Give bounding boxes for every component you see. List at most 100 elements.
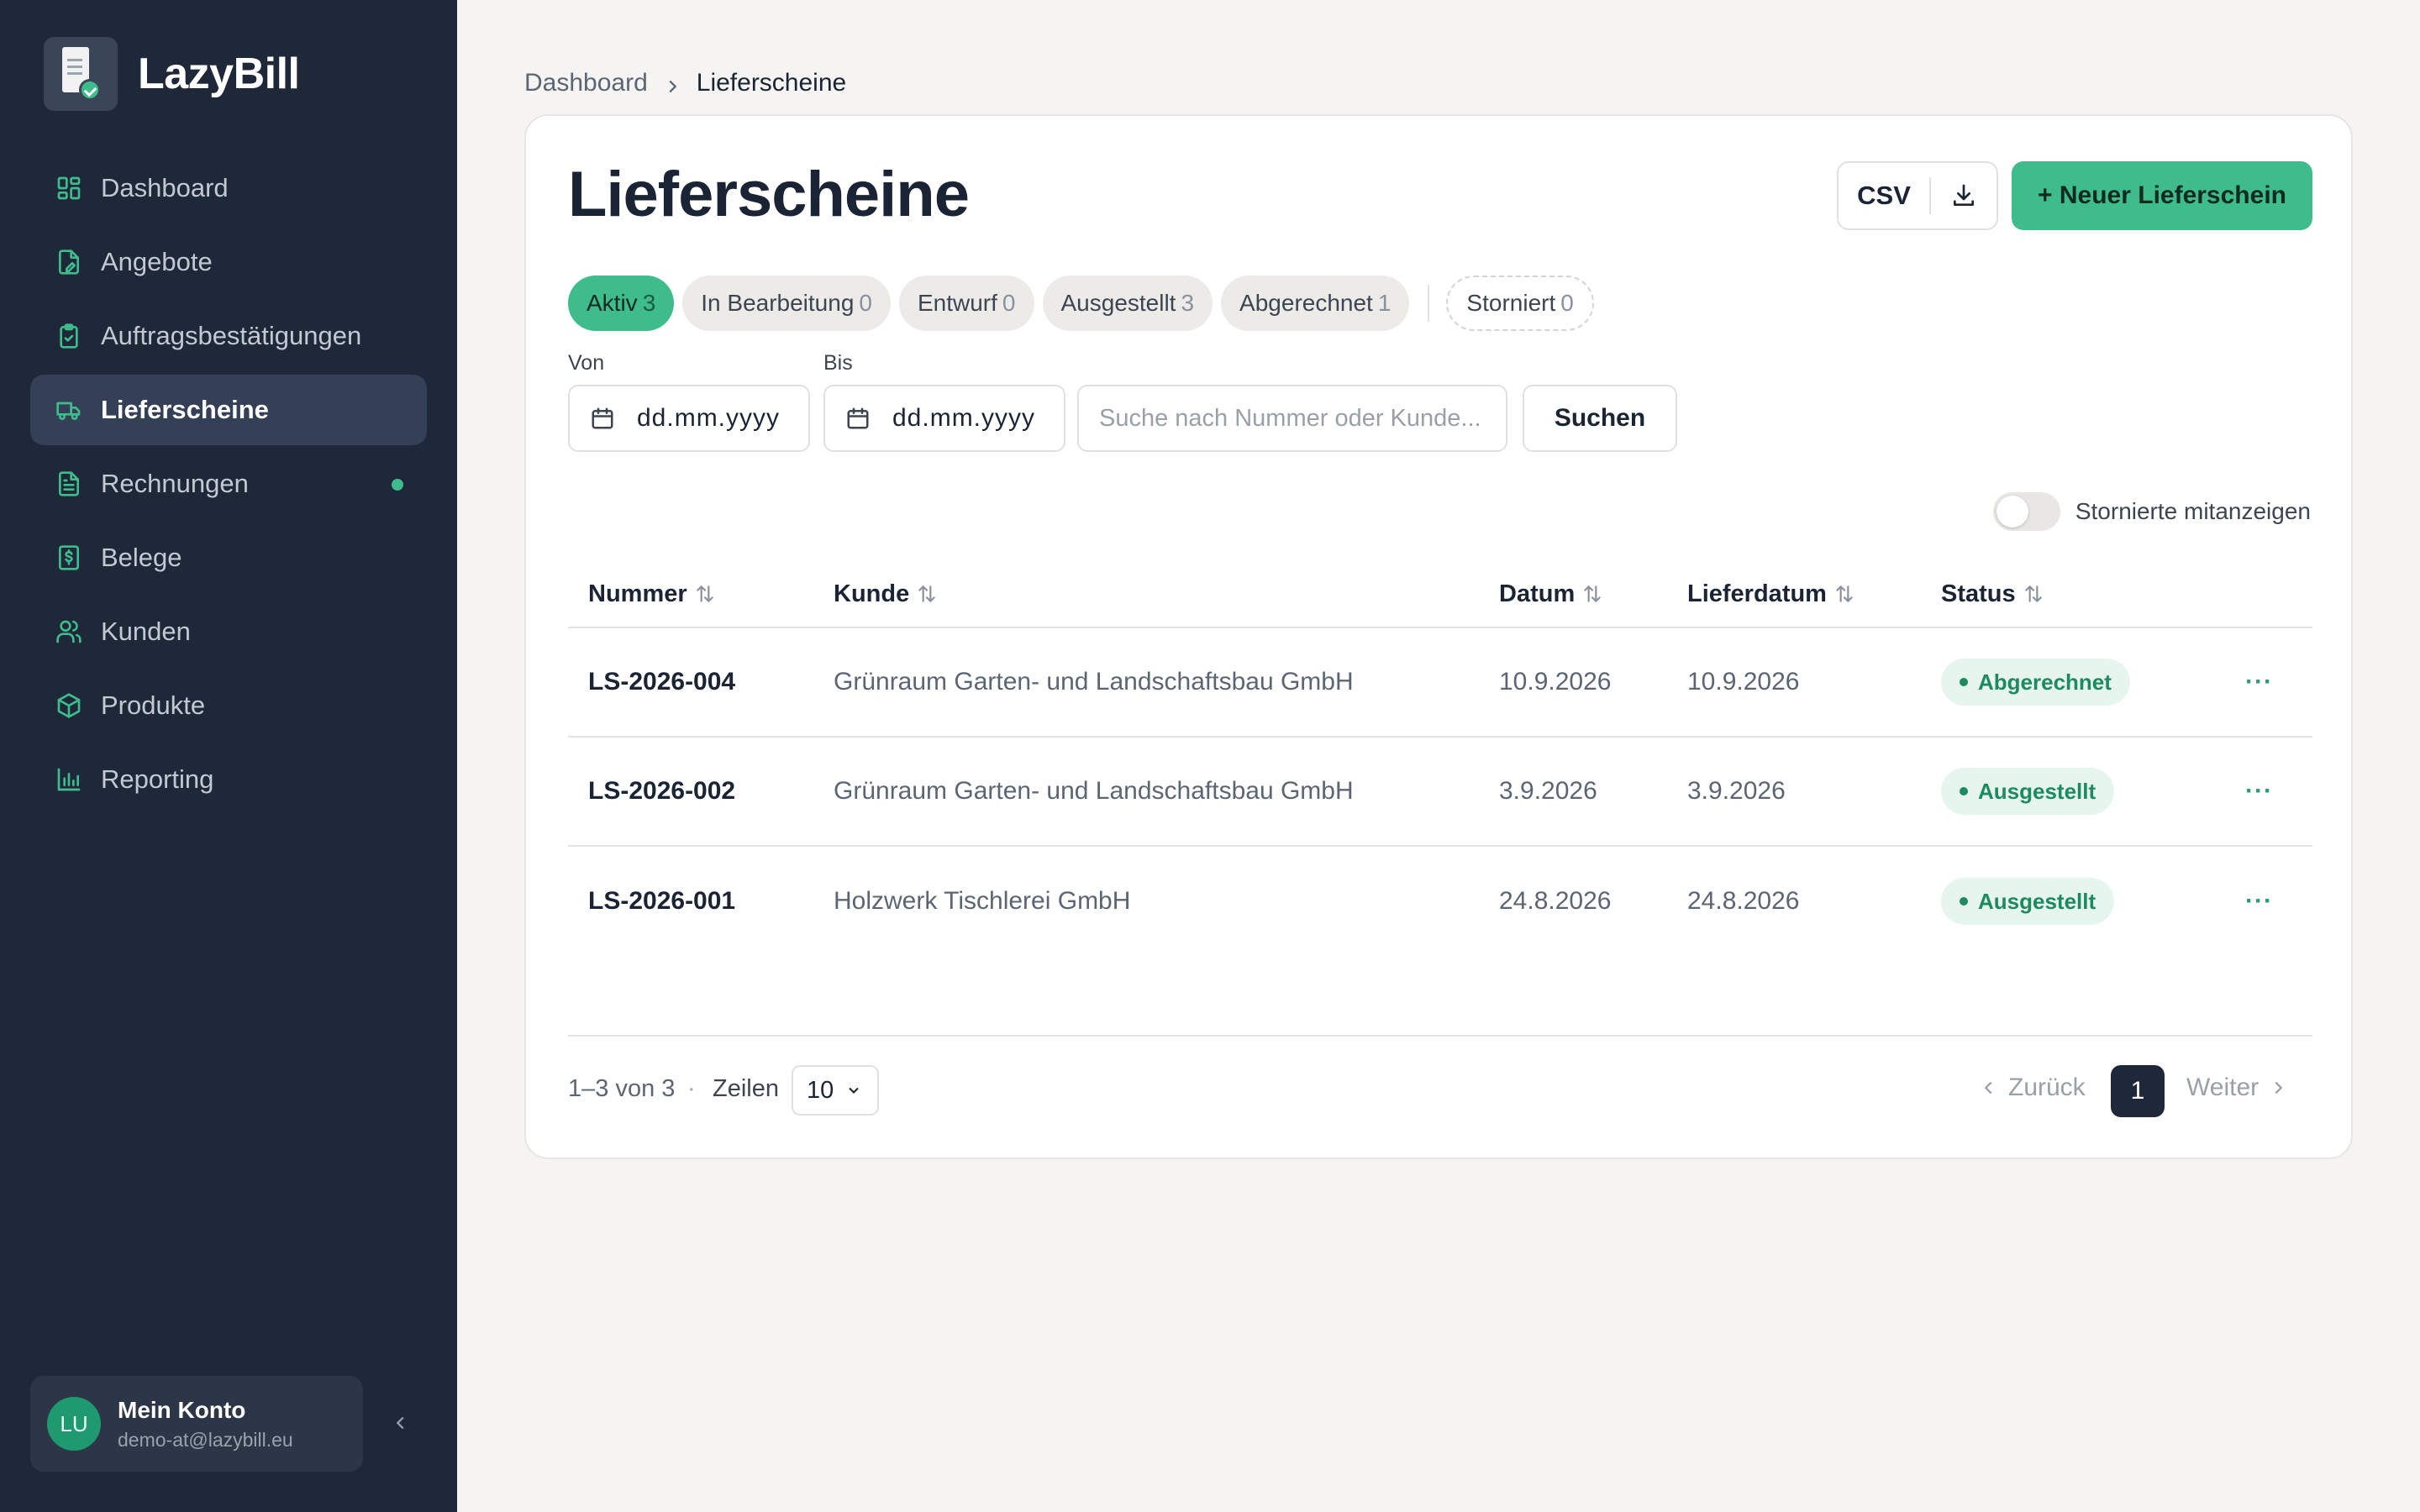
breadcrumb-dashboard-link[interactable]: Dashboard bbox=[524, 69, 648, 97]
table-row[interactable]: LS-2026-004 Grünraum Garten- und Landsch… bbox=[568, 628, 2312, 738]
from-date-value: dd.mm.yyyy bbox=[637, 404, 781, 432]
collapse-sidebar-button[interactable] bbox=[388, 1408, 413, 1438]
tab-in-bearbeitung[interactable]: In Bearbeitung 0 bbox=[682, 276, 891, 331]
search-input[interactable] bbox=[1077, 385, 1507, 452]
chevron-left-icon bbox=[1984, 1081, 1992, 1095]
new-delivery-note-button[interactable]: + Neuer Lieferschein bbox=[2012, 161, 2312, 230]
tab-count: 0 bbox=[1002, 290, 1016, 316]
to-date-input[interactable]: dd.mm.yyyy bbox=[823, 385, 1065, 452]
breadcrumb: Dashboard Lieferscheine bbox=[524, 69, 846, 97]
account-email: demo-at@lazybill.eu bbox=[118, 1428, 293, 1451]
sidebar-item-kunden[interactable]: Kunden bbox=[30, 596, 427, 667]
sidebar-item-angebote[interactable]: Angebote bbox=[30, 227, 427, 297]
status-tabs: Aktiv 3 In Bearbeitung 0 Entwurf 0 Ausgeste… bbox=[568, 276, 1602, 331]
cell-delivery-date: 10.9.2026 bbox=[1687, 668, 1800, 696]
chevron-right-icon bbox=[2275, 1081, 2283, 1095]
cell-date: 24.8.2026 bbox=[1499, 887, 1612, 915]
tab-count: 3 bbox=[1181, 290, 1195, 316]
tab-aktiv[interactable]: Aktiv 3 bbox=[568, 276, 675, 331]
show-cancelled-toggle[interactable] bbox=[1992, 492, 2060, 531]
users-icon bbox=[54, 617, 84, 647]
column-header-delivery-date[interactable]: Lieferdatum bbox=[1687, 580, 1855, 608]
breadcrumb-current: Lieferscheine bbox=[696, 69, 847, 97]
pagination-range: 1–3 von 3 bbox=[568, 1075, 676, 1102]
table-header: Nummer Kunde Datum Lieferdatum Status bbox=[568, 561, 2312, 628]
sidebar-item-label: Dashboard bbox=[101, 173, 229, 202]
cell-customer: Grünraum Garten- und Landschaftsbau GmbH bbox=[834, 777, 1354, 805]
tab-count: 0 bbox=[1560, 290, 1574, 316]
receipt-dollar-icon bbox=[54, 543, 84, 573]
sidebar-item-rechnungen[interactable]: Rechnungen bbox=[30, 449, 427, 519]
next-page-button[interactable]: Weiter bbox=[2186, 1074, 2287, 1102]
rows-per-page-select[interactable]: 10 bbox=[792, 1065, 879, 1116]
sidebar-item-label: Belege bbox=[101, 543, 182, 572]
footer-divider bbox=[568, 1035, 2312, 1037]
sidebar-item-label: Kunden bbox=[101, 617, 191, 646]
calendar-icon bbox=[847, 407, 869, 429]
tab-storniert[interactable]: Storniert 0 bbox=[1446, 276, 1594, 331]
account-card[interactable]: LU Mein Konto demo-at@lazybill.eu bbox=[30, 1376, 363, 1472]
sort-icon bbox=[2024, 585, 2042, 602]
chevron-left-icon bbox=[396, 1416, 404, 1430]
previous-page-button[interactable]: Zurück bbox=[1980, 1074, 2086, 1102]
account-name: Mein Konto bbox=[118, 1396, 246, 1423]
file-edit-icon bbox=[54, 247, 84, 277]
table-row[interactable]: LS-2026-001 Holzwerk Tischlerei GmbH 24.… bbox=[568, 847, 2312, 956]
sort-icon bbox=[1836, 585, 1853, 602]
tab-entwurf[interactable]: Entwurf 0 bbox=[898, 276, 1034, 331]
tab-count: 1 bbox=[1377, 290, 1392, 316]
tab-divider bbox=[1428, 285, 1430, 322]
sidebar-item-label: Rechnungen bbox=[101, 469, 249, 498]
sidebar-item-produkte[interactable]: Produkte bbox=[30, 670, 427, 741]
column-header-status[interactable]: Status bbox=[1941, 580, 2044, 608]
sidebar-item-reporting[interactable]: Reporting bbox=[30, 744, 427, 815]
delivery-notes-table: Nummer Kunde Datum Lieferdatum Status LS… bbox=[568, 561, 2312, 956]
calendar-icon bbox=[592, 407, 613, 429]
column-header-customer[interactable]: Kunde bbox=[834, 580, 938, 608]
search-button[interactable]: Suchen bbox=[1523, 385, 1677, 452]
brand-logo-icon bbox=[44, 37, 118, 111]
row-actions-button[interactable]: ··· bbox=[2245, 887, 2273, 916]
cell-number: LS-2026-004 bbox=[588, 668, 736, 696]
cell-date: 10.9.2026 bbox=[1499, 668, 1612, 696]
tab-ausgestellt[interactable]: Ausgestellt 3 bbox=[1042, 276, 1213, 331]
avatar: LU bbox=[47, 1397, 101, 1451]
show-cancelled-toggle-group: Stornierte mitanzeigen bbox=[1992, 492, 2311, 531]
sidebar: LazyBill Dashboard Angebote Auftragsbest… bbox=[0, 0, 457, 1512]
table-row[interactable]: LS-2026-002 Grünraum Garten- und Landsch… bbox=[568, 738, 2312, 847]
sidebar-item-label: Angebote bbox=[101, 247, 213, 276]
page-title: Lieferscheine bbox=[568, 159, 970, 230]
rows-per-page-label: Zeilen bbox=[713, 1075, 779, 1102]
brand[interactable]: LazyBill bbox=[44, 37, 300, 111]
row-actions-button[interactable]: ··· bbox=[2245, 777, 2273, 806]
page-1-button[interactable]: 1 bbox=[2111, 1065, 2165, 1117]
main-card: Lieferscheine CSV + Neuer Lieferschein A… bbox=[524, 114, 2353, 1159]
column-header-number[interactable]: Nummer bbox=[588, 580, 716, 608]
from-label: Von bbox=[568, 351, 605, 375]
clipboard-check-icon bbox=[54, 321, 84, 351]
sidebar-item-auftragsbestaetigungen[interactable]: Auftragsbestätigungen bbox=[30, 301, 427, 371]
column-header-date[interactable]: Datum bbox=[1499, 580, 1603, 608]
rows-per-page-value: 10 bbox=[807, 1076, 834, 1104]
sidebar-item-label: Produkte bbox=[101, 690, 206, 720]
sidebar-item-lieferscheine[interactable]: Lieferscheine bbox=[30, 375, 427, 445]
file-text-icon bbox=[54, 469, 84, 499]
from-date-input[interactable]: dd.mm.yyyy bbox=[568, 385, 810, 452]
bar-chart-icon bbox=[54, 764, 84, 795]
package-icon bbox=[54, 690, 84, 721]
row-actions-button[interactable]: ··· bbox=[2245, 668, 2273, 696]
sidebar-item-dashboard[interactable]: Dashboard bbox=[30, 153, 427, 223]
sidebar-item-label: Auftragsbestätigungen bbox=[101, 321, 362, 350]
sidebar-item-label: Lieferscheine bbox=[101, 395, 269, 424]
dashboard-icon bbox=[54, 173, 84, 203]
sidebar-item-belege[interactable]: Belege bbox=[30, 522, 427, 593]
csv-button[interactable]: CSV bbox=[1839, 177, 1931, 214]
sort-icon bbox=[696, 585, 713, 602]
sidebar-nav: Dashboard Angebote Auftragsbestätigungen… bbox=[30, 153, 427, 818]
to-date-value: dd.mm.yyyy bbox=[892, 404, 1036, 432]
csv-download-button[interactable] bbox=[1931, 182, 1996, 209]
cell-customer: Grünraum Garten- und Landschaftsbau GmbH bbox=[834, 668, 1354, 696]
notification-dot bbox=[392, 479, 403, 491]
tab-abgerechnet[interactable]: Abgerechnet 1 bbox=[1221, 276, 1410, 331]
status-badge: Ausgestellt bbox=[1941, 878, 2115, 925]
